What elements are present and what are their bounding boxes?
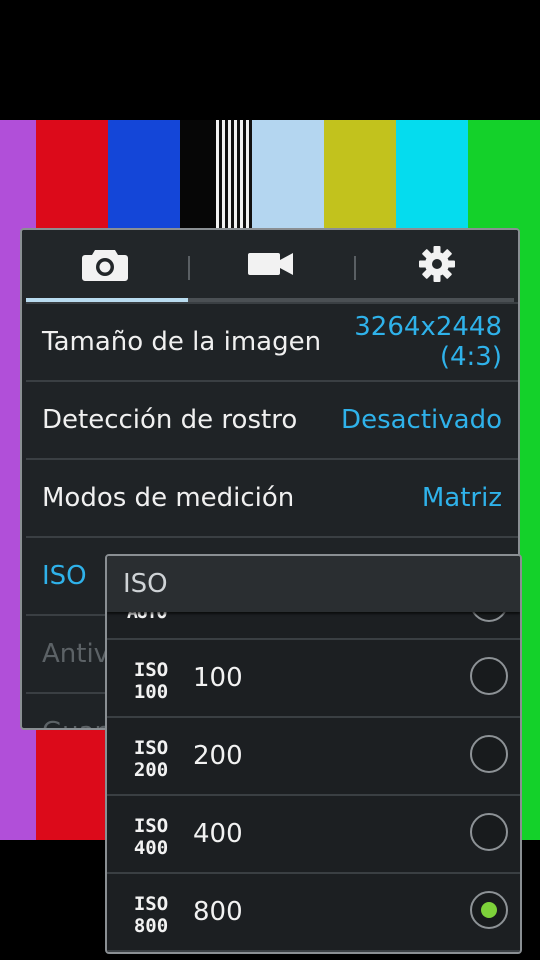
gear-icon — [418, 245, 456, 287]
tab-video[interactable] — [190, 230, 352, 302]
radio-selected-dot — [481, 902, 497, 918]
video-camera-icon — [248, 251, 294, 281]
svg-text:400: 400 — [134, 837, 168, 858]
setting-value: 3264x2448 (4:3) — [354, 312, 502, 372]
iso-dropdown: ISO AUTO ISO 100 100 ISO 200 200 ISO 400… — [105, 554, 522, 954]
setting-label: Detección de rostro — [42, 405, 298, 435]
svg-text:ISO: ISO — [134, 659, 168, 681]
setting-face-detection[interactable]: Detección de rostro Desactivado — [26, 380, 518, 456]
iso-800-icon: ISO 800 — [134, 893, 168, 936]
svg-text:ISO: ISO — [134, 815, 168, 837]
setting-label: Guar — [42, 694, 105, 728]
setting-metering-mode[interactable]: Modos de medición Matriz — [26, 458, 518, 534]
iso-option-label: 800 — [193, 897, 243, 927]
tab-camera[interactable] — [24, 230, 186, 302]
radio-button[interactable] — [470, 735, 508, 773]
setting-label: Modos de medición — [42, 483, 295, 513]
svg-text:100: 100 — [134, 681, 168, 702]
setting-label: Antiv — [42, 639, 110, 669]
svg-text:ISO: ISO — [134, 893, 168, 915]
radio-button-selected[interactable] — [470, 891, 508, 929]
svg-text:ISO: ISO — [134, 737, 168, 759]
iso-option-400[interactable]: ISO 400 400 — [107, 796, 520, 874]
svg-text:800: 800 — [134, 915, 168, 936]
iso-100-icon: ISO 100 — [134, 659, 168, 702]
radio-button[interactable] — [470, 813, 508, 851]
iso-400-icon: ISO 400 — [134, 815, 168, 858]
tab-general-settings[interactable] — [356, 230, 518, 302]
iso-option-label: 400 — [193, 819, 243, 849]
iso-option-label: 200 — [193, 741, 243, 771]
radio-button[interactable] — [470, 657, 508, 695]
iso-option-100[interactable]: ISO 100 100 — [107, 640, 520, 718]
svg-text:200: 200 — [134, 759, 168, 780]
iso-option-200[interactable]: ISO 200 200 — [107, 718, 520, 796]
setting-label: Tamaño de la imagen — [42, 327, 322, 357]
dropdown-title-bar: ISO — [107, 556, 520, 612]
iso-option-label: 100 — [193, 663, 243, 693]
iso-option-800[interactable]: ISO 800 800 — [107, 874, 520, 952]
camera-icon — [81, 246, 129, 286]
setting-label: ISO — [42, 561, 87, 591]
iso-200-icon: ISO 200 — [134, 737, 168, 780]
settings-tabs — [22, 230, 518, 302]
setting-value: Desactivado — [341, 405, 502, 435]
setting-value: Matriz — [421, 483, 502, 513]
dropdown-title: ISO — [123, 569, 168, 599]
setting-image-size[interactable]: Tamaño de la imagen 3264x2448 (4:3) — [26, 302, 518, 378]
